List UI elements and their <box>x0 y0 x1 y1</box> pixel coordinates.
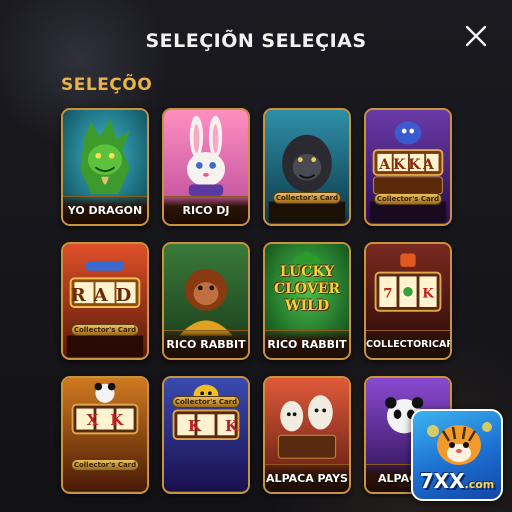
game-grid: YO DRAGON RICO DJ Collector's Card AKKA … <box>61 108 452 494</box>
section-label: SELEÇÕO <box>61 75 153 95</box>
art-word: CLOVER <box>273 281 341 297</box>
collectors-card-badge: Collector's Card <box>71 459 139 471</box>
art-word: LUCKY <box>279 264 335 280</box>
game-card-yo-dragon[interactable]: YO DRAGON <box>61 108 149 226</box>
reel-letters: XK <box>86 411 136 429</box>
close-button[interactable] <box>462 22 490 50</box>
modal-header: SELEÇIÕN SELEÇIAS <box>0 0 512 80</box>
modal-title: SELEÇIÕN SELEÇIAS <box>145 30 367 52</box>
game-card-gorilla[interactable]: Collector's Card <box>263 108 351 226</box>
game-card-rico-dj[interactable]: RICO DJ <box>162 108 250 226</box>
collectors-card-badge: Collector's Card <box>273 192 341 204</box>
reel-letters: AKKA <box>379 157 437 173</box>
collectors-card-badge: Collector's Card <box>172 396 240 408</box>
collectors-card-badge: Collector's Card <box>374 193 442 205</box>
game-card-akka[interactable]: AKKA Collector's Card <box>364 108 452 226</box>
game-title: RICO RABBIT <box>265 330 349 358</box>
slot-machine-art <box>63 378 147 491</box>
collectors-card-badge: Collector's Card <box>71 324 139 336</box>
game-title: ALPACA PAYS <box>265 464 349 492</box>
game-card-rico-rabbit[interactable]: RICO RABBIT <box>162 242 250 360</box>
game-title: COLLECTORICARD <box>366 330 450 358</box>
game-card-panda-slot[interactable]: XK Collector's Card <box>61 376 149 494</box>
tiger-mascot-icon <box>427 422 492 465</box>
clover-title: LUCKY CLOVER WILD <box>265 264 349 315</box>
svg-text:7: 7 <box>383 285 392 301</box>
reel-letters: KK <box>188 417 238 435</box>
gorilla-art <box>265 110 349 223</box>
svg-text:K: K <box>422 285 435 301</box>
game-title: YO DRAGON <box>63 196 147 224</box>
game-title: RICO RABBIT <box>164 330 248 358</box>
brand-main: 7XX <box>419 469 465 493</box>
brand-suffix: .com <box>464 478 495 491</box>
brand-name: 7XX.com <box>413 469 501 493</box>
art-word: WILD <box>284 298 330 314</box>
reel-letters: RAD <box>70 285 140 306</box>
game-card-duck-slot[interactable]: KK Collector's Card <box>162 376 250 494</box>
game-card-alpaca-pays[interactable]: ALPACA PAYS <box>263 376 351 494</box>
close-icon <box>465 25 487 47</box>
game-card-rad[interactable]: RAD Collector's Card <box>61 242 149 360</box>
game-card-lucky-clover-wild[interactable]: LUCKY CLOVER WILD RICO RABBIT <box>263 242 351 360</box>
game-title: RICO DJ <box>164 196 248 224</box>
brand-logo[interactable]: 7XX.com <box>411 409 503 501</box>
game-card-collectoricard[interactable]: 7 K COLLECTORICARD <box>364 242 452 360</box>
